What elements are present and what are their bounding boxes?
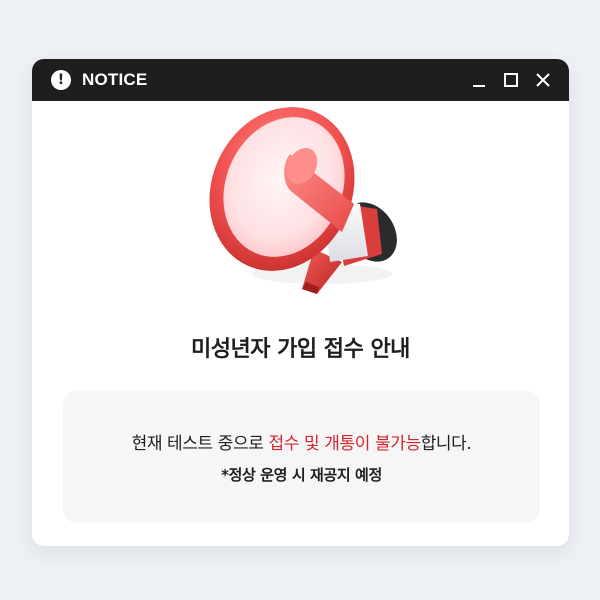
notice-message: 현재 테스트 중으로 접수 및 개통이 불가능합니다. xyxy=(63,429,540,454)
notice-box: 현재 테스트 중으로 접수 및 개통이 불가능합니다. *정상 운영 시 재공지… xyxy=(63,391,540,523)
maximize-icon xyxy=(504,73,518,87)
minimize-icon xyxy=(473,85,485,87)
notice-text-after: 합니다. xyxy=(420,434,472,454)
minimize-button[interactable] xyxy=(469,70,489,90)
close-icon xyxy=(536,73,550,87)
maximize-button[interactable] xyxy=(501,70,521,90)
page-title: 미성년자 가입 접수 안내 xyxy=(191,337,410,362)
close-button[interactable] xyxy=(533,70,553,90)
notice-text-before: 현재 테스트 중으로 xyxy=(131,434,269,454)
notice-highlight: 접수 및 개통이 불가능 xyxy=(268,434,422,454)
notice-footnote: *정상 운영 시 재공지 예정 xyxy=(221,466,382,484)
megaphone-icon xyxy=(209,107,397,294)
exclamation-circle-icon: ! xyxy=(51,70,71,90)
window-title: NOTICE xyxy=(82,70,148,89)
notice-window: ! NOTICE 미성년자 가입 접수 안내 현재 테스트 중으로 접수 및 개… xyxy=(32,59,569,546)
